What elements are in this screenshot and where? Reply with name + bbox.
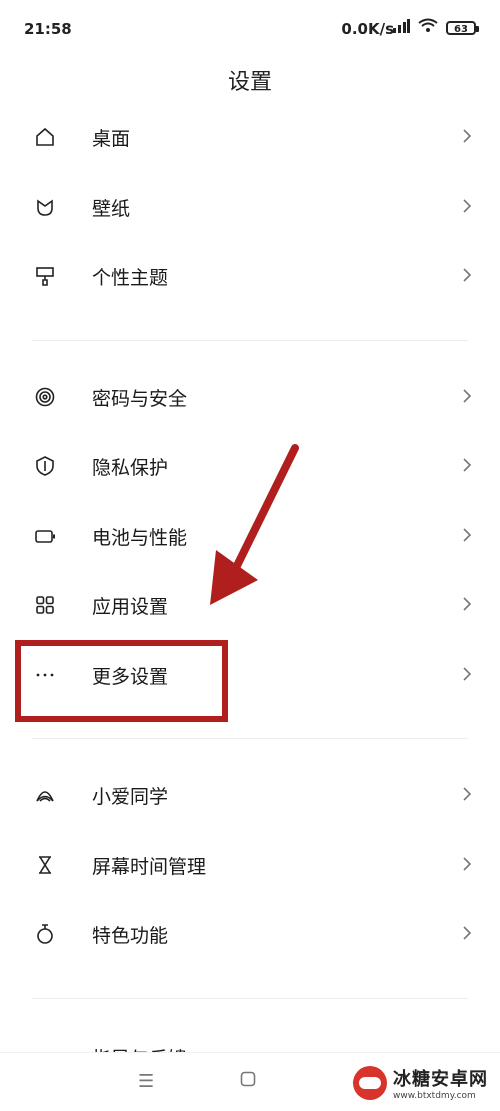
setting-label: 桌面 <box>92 128 131 150</box>
chevron-right-icon <box>462 128 472 144</box>
setting-label: 屏幕时间管理 <box>92 855 207 878</box>
battery-icon: 63 <box>446 20 479 35</box>
status-time: 21:58 <box>24 20 72 38</box>
status-icons: 63 <box>392 18 479 37</box>
setting-row-screen-time[interactable]: 屏幕时间管理 <box>0 830 500 900</box>
chevron-right-icon <box>462 457 472 473</box>
annotation-highlight-box <box>15 640 228 722</box>
status-bar: 21:58 0.0K/s 63 <box>0 0 500 60</box>
chevron-right-icon <box>462 925 472 941</box>
watermark-name: 冰糖安卓网 <box>393 1069 488 1090</box>
menu-icon[interactable]: ☰ <box>138 1071 154 1092</box>
setting-label: 个性主题 <box>92 267 169 289</box>
theme-brush-icon <box>34 265 56 287</box>
watermark: 冰糖安卓网 www.btxtdmy.com <box>347 1061 494 1105</box>
chevron-right-icon <box>462 267 472 283</box>
setting-row-password-security[interactable]: 密码与安全 <box>0 362 500 432</box>
setting-label: 电池与性能 <box>92 526 188 549</box>
setting-label: 壁纸 <box>92 197 131 220</box>
watermark-url: www.btxtdmy.com <box>393 1091 476 1101</box>
chevron-right-icon <box>462 596 472 612</box>
page-title: 设置 <box>227 70 272 95</box>
setting-label: 密码与安全 <box>92 387 188 410</box>
home-icon <box>34 126 56 148</box>
wallpaper-icon <box>34 196 56 218</box>
fingerprint-icon <box>34 386 56 408</box>
assistant-icon <box>34 784 56 806</box>
chevron-right-icon <box>462 856 472 872</box>
privacy-shield-icon <box>34 455 56 477</box>
hourglass-icon <box>34 854 56 876</box>
signal-icon <box>392 18 410 37</box>
apps-grid-icon <box>34 594 56 616</box>
wifi-icon <box>418 18 438 37</box>
group-divider <box>0 969 500 1020</box>
setting-row-wallpaper[interactable]: 壁纸 <box>0 172 500 242</box>
setting-label: 小爱同学 <box>92 786 169 808</box>
features-icon <box>34 923 56 945</box>
annotation-arrow <box>210 444 299 605</box>
setting-row-desktop[interactable]: 桌面 <box>0 102 500 172</box>
home-button-icon[interactable] <box>240 1071 256 1092</box>
watermark-logo-icon <box>353 1066 387 1100</box>
chevron-right-icon <box>462 786 472 802</box>
battery-icon <box>34 525 56 547</box>
setting-row-xiaoai[interactable]: 小爱同学 <box>0 760 500 830</box>
setting-label: 隐私保护 <box>92 457 169 479</box>
chevron-right-icon <box>462 666 472 682</box>
setting-row-theme[interactable]: 个性主题 <box>0 241 500 311</box>
setting-label: 应用设置 <box>92 596 169 618</box>
chevron-right-icon <box>462 527 472 543</box>
chevron-right-icon <box>462 388 472 404</box>
setting-row-features[interactable]: 特色功能 <box>0 899 500 969</box>
group-divider <box>0 311 500 362</box>
network-speed: 0.0K/s <box>341 20 394 38</box>
setting-label: 特色功能 <box>92 925 169 947</box>
chevron-right-icon <box>462 198 472 214</box>
